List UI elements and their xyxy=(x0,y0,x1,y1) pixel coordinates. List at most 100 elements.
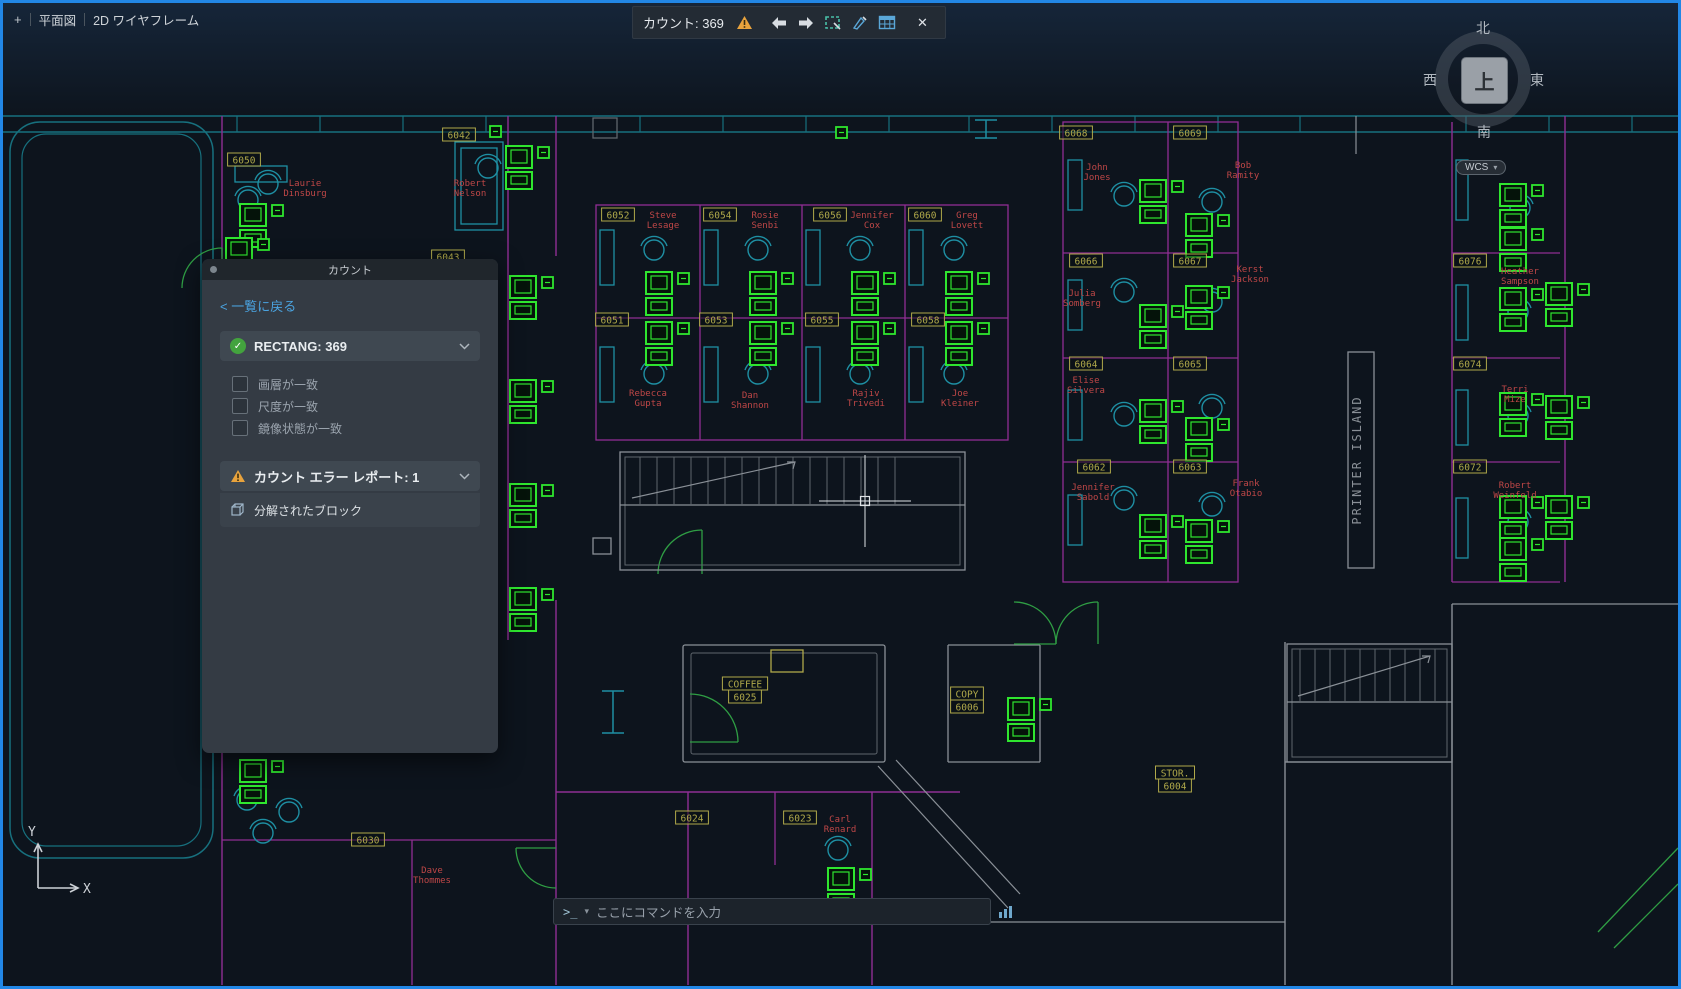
wall-line xyxy=(1614,884,1678,948)
svg-text:6006: 6006 xyxy=(956,703,979,714)
svg-text:6069: 6069 xyxy=(1179,129,1202,140)
svg-text:SteveLesage: SteveLesage xyxy=(647,211,680,231)
room-outline xyxy=(10,122,213,858)
viewcube-south-label[interactable]: 南 xyxy=(1477,122,1491,142)
chair xyxy=(1111,402,1137,426)
command-history-icon[interactable] xyxy=(996,902,1016,922)
viewport-plus-control[interactable]: + xyxy=(14,12,22,27)
chair xyxy=(825,836,851,860)
command-line[interactable]: >_ ▾ ここにコマンドを入力 xyxy=(553,898,991,925)
workstation-block[interactable] xyxy=(946,322,989,365)
chevron-down-icon[interactable]: ▾ xyxy=(584,906,589,917)
insert-table-icon[interactable] xyxy=(875,10,900,35)
viewcube-north-label[interactable]: 北 xyxy=(1476,18,1490,38)
count-warning-icon[interactable] xyxy=(732,10,757,35)
workstation-block[interactable] xyxy=(646,272,689,315)
svg-text:6025: 6025 xyxy=(734,693,757,704)
viewcube-top-face[interactable]: 上 xyxy=(1461,57,1508,104)
room-tag: 6055 xyxy=(806,313,839,327)
employee-name: JenniferCox xyxy=(850,211,894,231)
door-arc xyxy=(1056,602,1098,644)
svg-text:6067: 6067 xyxy=(1179,257,1202,268)
count-error-expander[interactable]: カウント エラー レポート: 1 xyxy=(220,461,480,491)
svg-text:LaurieDinsburg: LaurieDinsburg xyxy=(283,179,326,199)
marquee-select-icon[interactable] xyxy=(821,10,846,35)
workstation-block[interactable] xyxy=(1186,520,1229,563)
workstation-block[interactable] xyxy=(1546,496,1589,539)
count-badge[interactable] xyxy=(490,126,501,137)
workstation-block[interactable] xyxy=(510,380,553,423)
next-arrow-button[interactable] xyxy=(794,10,819,35)
workstation-block[interactable] xyxy=(510,588,553,631)
svg-text:6072: 6072 xyxy=(1459,463,1482,474)
count-toolbar: カウント: 369 ✕ xyxy=(632,6,946,39)
furniture-outline xyxy=(1456,285,1468,340)
furniture-outline xyxy=(704,347,718,402)
wall-line xyxy=(878,766,1008,908)
room-tag: 6060 xyxy=(909,208,942,222)
previous-arrow-button[interactable] xyxy=(767,10,792,35)
furniture-outline xyxy=(1456,390,1468,445)
workstation-block[interactable] xyxy=(1186,214,1229,257)
workstation-block[interactable] xyxy=(1008,698,1051,741)
workstation-block[interactable] xyxy=(750,272,793,315)
workstation-block[interactable] xyxy=(1140,180,1183,223)
svg-text:6056: 6056 xyxy=(819,211,842,222)
workstation-block[interactable] xyxy=(1140,400,1183,443)
workstation-block[interactable] xyxy=(750,322,793,365)
highlight-select-icon[interactable] xyxy=(848,10,873,35)
svg-text:HeatherSampson: HeatherSampson xyxy=(1501,267,1540,287)
svg-text:6076: 6076 xyxy=(1459,257,1482,268)
workstation-block[interactable] xyxy=(1140,305,1183,348)
ucs-icon: YX xyxy=(28,825,91,897)
workstation-block[interactable] xyxy=(852,272,895,315)
exploded-block-item[interactable]: 分解されたブロック xyxy=(220,493,480,527)
layer-match-checkbox[interactable] xyxy=(232,376,248,392)
command-input-placeholder[interactable]: ここにコマンドを入力 xyxy=(596,902,721,921)
room-tag: 6065 xyxy=(1174,357,1207,371)
workstation-block[interactable] xyxy=(1186,286,1229,329)
back-to-list-link[interactable]: < 一覧に戻る xyxy=(220,296,480,315)
mirror-match-checkbox[interactable] xyxy=(232,420,248,436)
viewcube-east-label[interactable]: 東 xyxy=(1530,70,1544,90)
workstation-block[interactable] xyxy=(646,322,689,365)
visual-style-control[interactable]: 2D ワイヤフレーム xyxy=(93,10,199,29)
workstation-block[interactable] xyxy=(1500,184,1543,227)
chair xyxy=(1199,394,1225,418)
view-control[interactable]: 平面図 xyxy=(39,10,77,29)
furniture-outline xyxy=(235,166,287,182)
palette-title: カウント xyxy=(328,262,372,278)
palette-grip-dot[interactable] xyxy=(210,266,217,273)
scale-match-checkbox[interactable] xyxy=(232,398,248,414)
workstation-block[interactable] xyxy=(852,322,895,365)
workstation-block[interactable] xyxy=(1500,288,1543,331)
svg-text:GregLovett: GregLovett xyxy=(951,211,984,231)
workstation-block[interactable] xyxy=(1500,538,1543,581)
workstation-block[interactable] xyxy=(240,760,283,803)
workstation-block[interactable] xyxy=(510,276,553,319)
workstation-block[interactable] xyxy=(1500,496,1543,539)
svg-text:6024: 6024 xyxy=(681,814,704,825)
workstation-block[interactable] xyxy=(1500,228,1543,271)
furniture-outline xyxy=(600,347,614,402)
workstation-block[interactable] xyxy=(1546,283,1589,326)
employee-name: KerstJackson xyxy=(1231,265,1269,285)
viewcube-west-label[interactable]: 西 xyxy=(1423,70,1437,90)
close-count-button[interactable]: ✕ xyxy=(910,10,935,35)
count-result-expander[interactable]: ✓ RECTANG: 369 xyxy=(220,331,480,361)
workstation-block[interactable] xyxy=(1140,515,1183,558)
workstation-block[interactable] xyxy=(510,484,553,527)
workstation-block[interactable] xyxy=(1546,396,1589,439)
svg-text:TerriMize: TerriMize xyxy=(1501,385,1528,405)
workstation-block[interactable] xyxy=(506,146,549,189)
palette-titlebar[interactable]: カウント xyxy=(202,259,498,280)
wall-line xyxy=(1598,848,1678,932)
wcs-dropdown[interactable]: WCS ▾ xyxy=(1456,160,1506,175)
room-tag: 6030 xyxy=(352,833,385,847)
svg-text:DaveThommes: DaveThommes xyxy=(413,866,451,886)
count-badge[interactable] xyxy=(836,127,847,138)
staircase xyxy=(620,452,965,570)
workstation-block[interactable] xyxy=(1186,418,1229,461)
workstation-block[interactable] xyxy=(946,272,989,315)
room-tag: 6053 xyxy=(700,313,733,327)
